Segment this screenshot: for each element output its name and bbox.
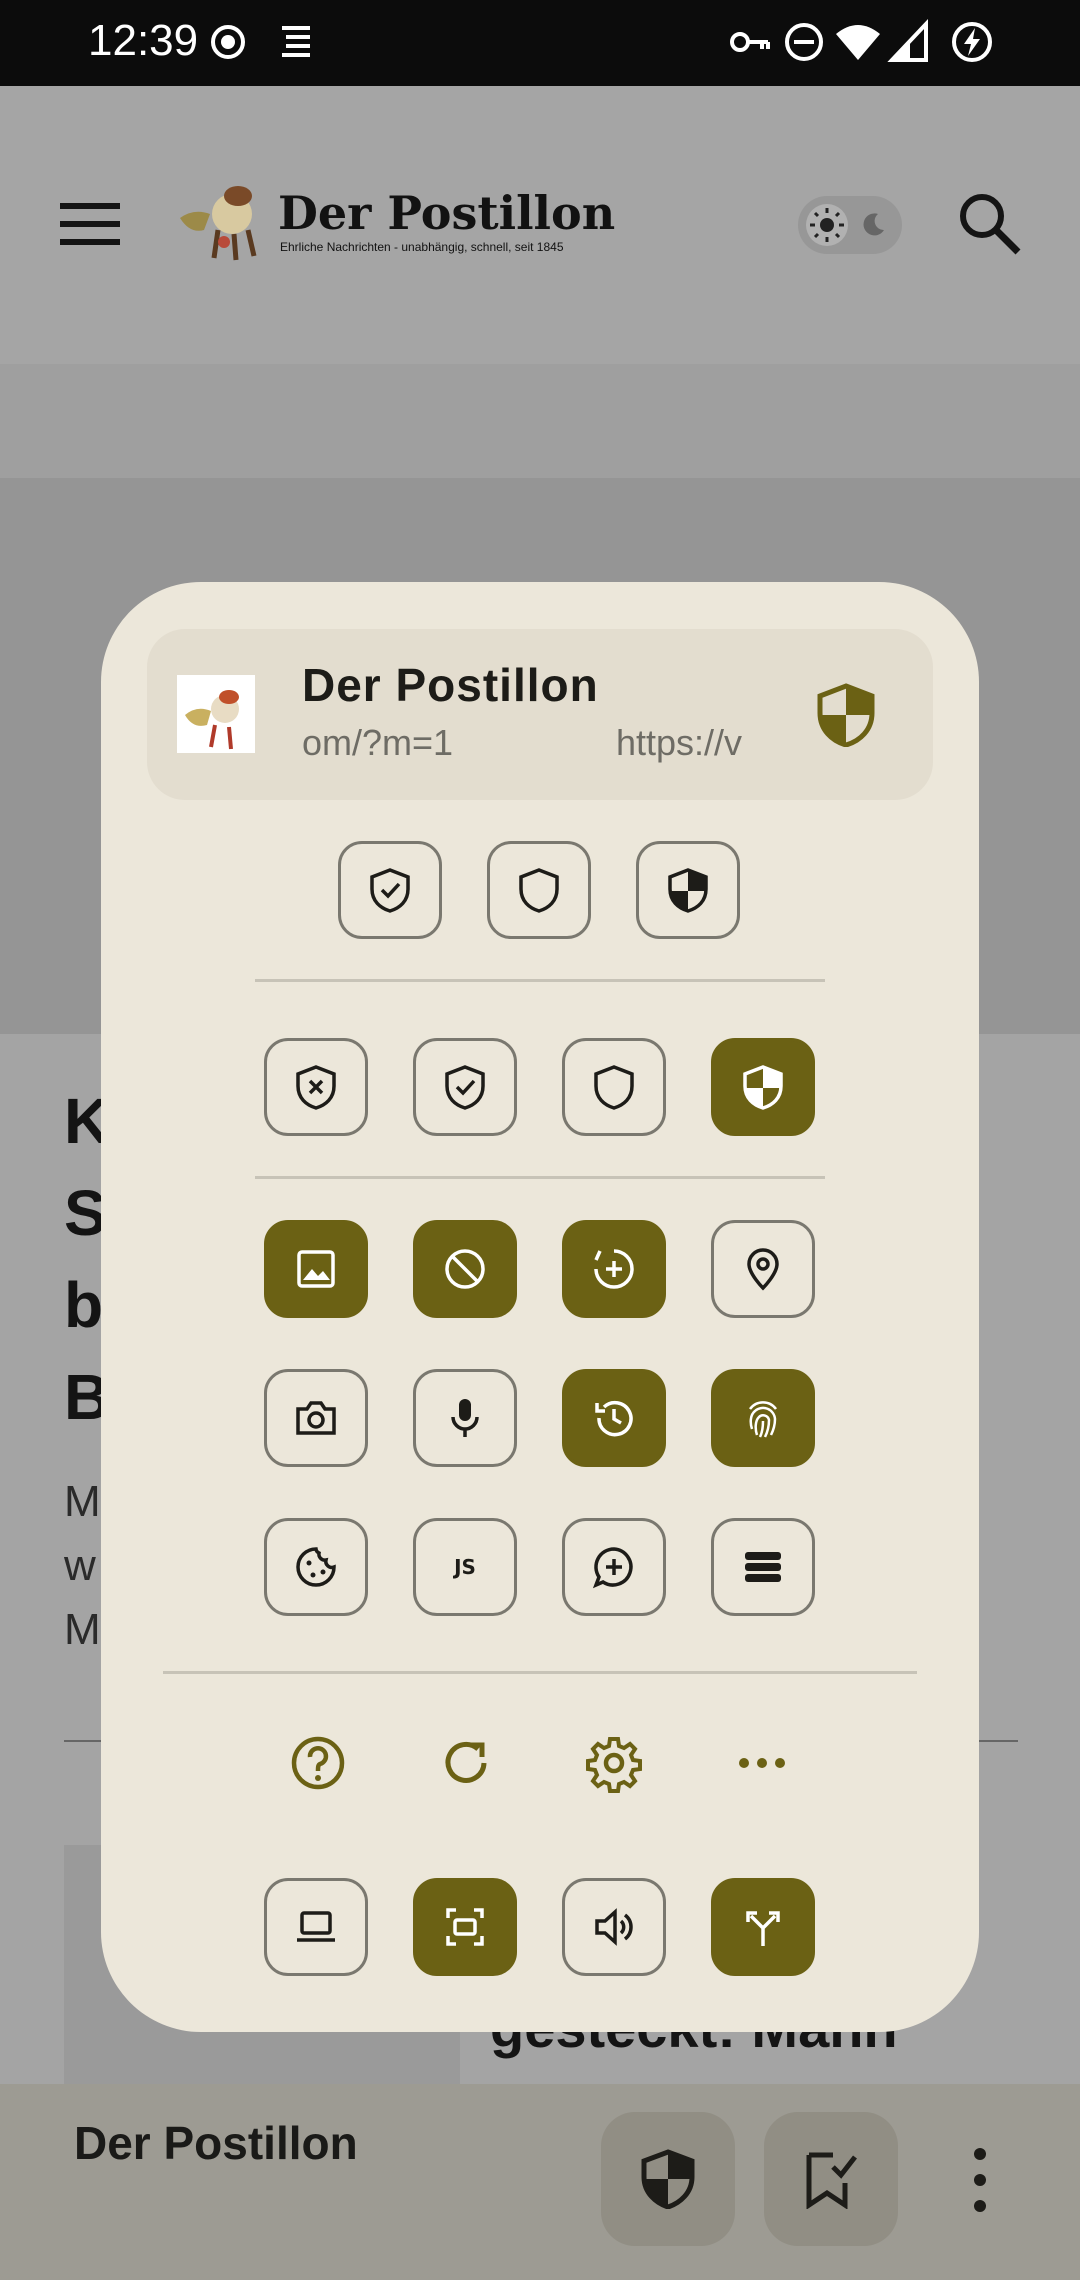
cookie-icon [296,1547,336,1587]
postillon-logo [180,186,257,261]
status-bar: 12:39 [0,0,1080,86]
circle-add-icon [594,1249,634,1289]
storage-toggle[interactable] [711,1518,815,1616]
images-toggle[interactable] [264,1220,368,1318]
menu-icon[interactable] [58,200,122,248]
theme-toggle[interactable] [798,196,902,254]
brand-name: Der Postillon [278,186,616,240]
sound-toggle[interactable] [562,1878,666,1976]
history-toggle[interactable] [562,1369,666,1467]
domain-settings-default-button[interactable] [487,841,591,939]
more-vert-icon[interactable] [960,2142,1000,2218]
site-shield-icon [817,683,875,747]
chat-add-icon [592,1547,633,1589]
privacy-shield-button[interactable] [601,2112,735,2246]
image-icon [297,1250,335,1288]
protection-standard-button[interactable] [562,1038,666,1136]
ad-banner [0,364,1080,478]
microphone-toggle[interactable] [413,1369,517,1467]
microphone-icon [451,1399,479,1437]
popups-toggle[interactable] [562,1518,666,1616]
signal-icon [887,18,928,62]
storage-icon [745,1552,781,1582]
help-icon[interactable] [286,1731,350,1795]
open-external-toggle[interactable] [711,1878,815,1976]
history-icon [595,1400,633,1437]
wifi-icon [836,25,880,60]
site-favicon [177,675,255,753]
volume-icon [595,1908,633,1946]
camera-icon [296,1401,336,1435]
sun-icon [806,204,848,246]
notes-icon [282,26,310,57]
shield-outline-icon [519,868,559,913]
shield-check-icon [370,868,410,913]
shield-half-icon [668,868,708,913]
protection-strict-button[interactable] [711,1038,815,1136]
domain-settings-allow-button[interactable] [338,841,442,939]
shield-icon [641,2149,695,2209]
shield-check-icon [445,1065,485,1110]
protection-trusted-button[interactable] [413,1038,517,1136]
divider-2 [255,1176,825,1179]
shield-half-icon [743,1065,783,1110]
moon-icon [863,213,884,236]
site-title: Der Postillon [302,659,599,711]
fullscreen-icon [446,1908,484,1946]
location-pin-icon [747,1248,779,1291]
add-filter-toggle[interactable] [562,1220,666,1318]
camera-toggle[interactable] [264,1369,368,1467]
shield-x-icon [296,1065,336,1110]
bottom-bar [0,2084,1080,2280]
refresh-icon[interactable] [434,1731,498,1795]
fork-arrows-icon [746,1911,780,1946]
divider-3 [163,1671,917,1674]
shield-outline-icon [594,1065,634,1110]
fingerprint-icon [748,1401,778,1438]
location-toggle[interactable] [711,1220,815,1318]
status-time: 12:39 [88,16,199,65]
domain-settings-strict-button[interactable] [636,841,740,939]
brand-tagline: Ehrliche Nachrichten - unabhängig, schne… [280,240,564,254]
more-horiz-icon[interactable] [730,1731,794,1795]
vpn-key-icon [730,32,770,52]
javascript-toggle[interactable]: JS [413,1518,517,1616]
javascript-icon: JS [454,1555,476,1579]
bottom-bar-title: Der Postillon [74,2117,358,2169]
settings-icon[interactable] [582,1731,646,1795]
site-url-marquee: https://v [616,722,743,763]
cookies-toggle[interactable] [264,1518,368,1616]
divider-1 [255,979,825,982]
record-icon [211,25,245,59]
battery-charging-icon [952,22,992,62]
bookmark-button[interactable] [764,2112,898,2246]
bookmark-check-icon [806,2152,857,2209]
desktop-mode-toggle[interactable] [264,1878,368,1976]
do-not-disturb-icon [785,23,823,61]
search-icon[interactable] [956,190,1024,258]
ad-block-toggle[interactable] [413,1220,517,1318]
fullscreen-toggle[interactable] [413,1878,517,1976]
laptop-icon [297,1911,335,1942]
site-url: om/?m=1 [302,722,454,763]
block-icon [445,1249,485,1289]
protection-off-button[interactable] [264,1038,368,1136]
fingerprint-toggle[interactable] [711,1369,815,1467]
